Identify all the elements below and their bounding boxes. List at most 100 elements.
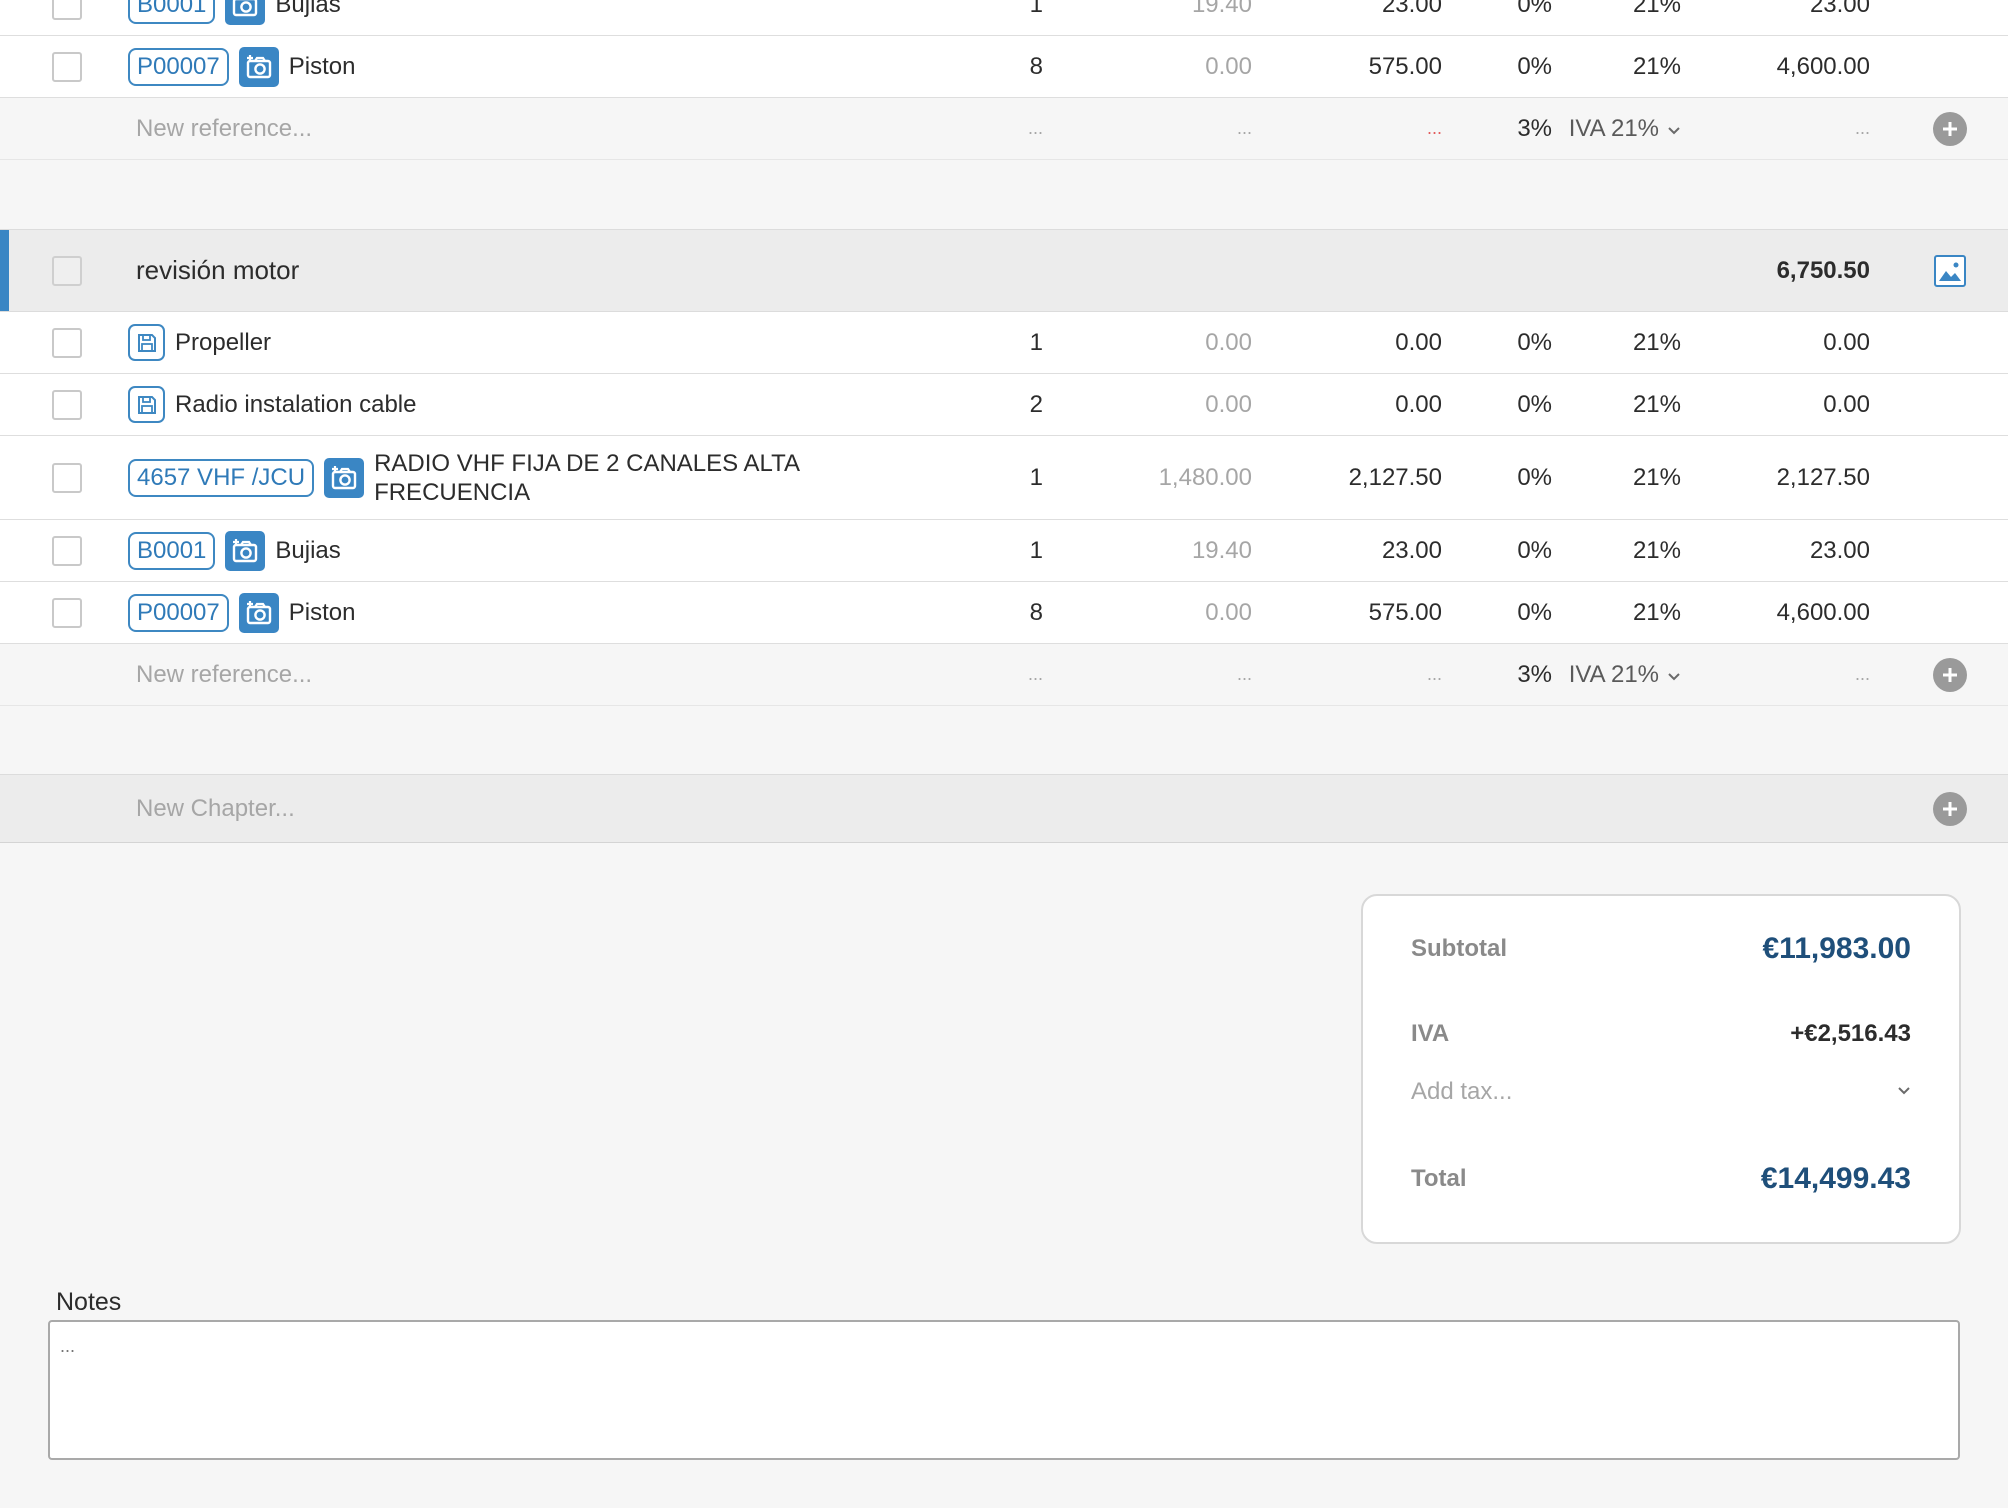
quantity-field[interactable]: 1 bbox=[1030, 0, 1043, 35]
reference-badge[interactable]: B0001 bbox=[128, 0, 216, 24]
table-row[interactable]: P00007 Piston 8 0.00 575.00 0% 21% 4,600… bbox=[0, 36, 2008, 98]
amount-value: 2,127.50 bbox=[1776, 463, 1870, 491]
discount-field[interactable]: 0% bbox=[1517, 520, 1552, 581]
new-quantity-field[interactable]: ... bbox=[1028, 644, 1043, 705]
tax-field[interactable]: 21% bbox=[1633, 312, 1681, 373]
save-icon[interactable] bbox=[128, 324, 165, 361]
item-description[interactable]: Bujias bbox=[275, 0, 340, 19]
new-discount-field[interactable]: 3% bbox=[1517, 98, 1552, 159]
subtotal-label: Subtotal bbox=[1411, 935, 1507, 962]
camera-plus-icon[interactable] bbox=[238, 46, 279, 87]
new-quantity-field[interactable]: ... bbox=[1028, 98, 1043, 159]
description-cell: P00007 Piston bbox=[128, 582, 355, 643]
tax-field[interactable]: 21% bbox=[1633, 36, 1681, 97]
cost-field[interactable]: 0.00 bbox=[1205, 582, 1252, 643]
plus-circle-icon[interactable] bbox=[1933, 657, 1967, 692]
tax-field[interactable]: 21% bbox=[1633, 582, 1681, 643]
notes-label: Notes bbox=[56, 1288, 122, 1316]
tax-field[interactable]: 21% bbox=[1633, 436, 1681, 519]
reference-badge[interactable]: 4657 VHF /JCU bbox=[128, 458, 315, 497]
cost-field[interactable]: 1,480.00 bbox=[1159, 436, 1252, 519]
row-checkbox[interactable] bbox=[52, 0, 82, 20]
item-description[interactable]: Piston bbox=[289, 53, 356, 81]
add-tax-placeholder: Add tax... bbox=[1411, 1078, 1513, 1105]
tax-field[interactable]: 21% bbox=[1633, 520, 1681, 581]
row-checkbox[interactable] bbox=[52, 597, 82, 628]
tax-field[interactable]: 21% bbox=[1633, 0, 1681, 35]
cost-field[interactable]: 0.00 bbox=[1205, 36, 1252, 97]
price-field[interactable]: 2,127.50 bbox=[1349, 436, 1442, 519]
row-checkbox[interactable] bbox=[52, 535, 82, 566]
cost-field[interactable]: 19.40 bbox=[1192, 0, 1252, 35]
quantity-field[interactable]: 1 bbox=[1030, 312, 1043, 373]
price-field[interactable]: 575.00 bbox=[1369, 582, 1442, 643]
chapter-title[interactable]: revisión motor bbox=[136, 230, 299, 311]
quantity-field[interactable]: 8 bbox=[1030, 36, 1043, 97]
quantity-field[interactable]: 8 bbox=[1030, 582, 1043, 643]
row-checkbox[interactable] bbox=[52, 389, 82, 420]
table-row[interactable]: B0001 Bujias 1 19.40 23.00 0% 21% 23.00 bbox=[0, 0, 2008, 36]
new-price-field[interactable]: ... bbox=[1427, 644, 1442, 705]
reference-badge[interactable]: P00007 bbox=[128, 593, 229, 632]
reference-badge[interactable]: P00007 bbox=[128, 47, 229, 86]
chapter-checkbox[interactable] bbox=[52, 255, 82, 286]
item-description[interactable]: RADIO VHF FIJA DE 2 CANALES ALTA FRECUEN… bbox=[374, 449, 804, 507]
row-checkbox[interactable] bbox=[52, 327, 82, 358]
new-chapter-input[interactable]: New Chapter... bbox=[136, 775, 295, 842]
new-reference-input[interactable]: New reference... bbox=[136, 98, 312, 159]
item-description[interactable]: Piston bbox=[289, 599, 356, 627]
new-cost-field[interactable]: ... bbox=[1237, 644, 1252, 705]
chapter-accent-bar bbox=[0, 230, 9, 311]
row-checkbox[interactable] bbox=[52, 51, 82, 82]
discount-field[interactable]: 0% bbox=[1517, 312, 1552, 373]
cost-field[interactable]: 0.00 bbox=[1205, 312, 1252, 373]
new-tax-select[interactable]: IVA 21% bbox=[1569, 98, 1681, 159]
save-icon[interactable] bbox=[128, 386, 165, 423]
discount-field[interactable]: 0% bbox=[1517, 36, 1552, 97]
price-field[interactable]: 23.00 bbox=[1382, 0, 1442, 35]
add-tax-select[interactable]: Add tax... bbox=[1411, 1078, 1911, 1106]
camera-plus-icon[interactable] bbox=[238, 592, 279, 633]
item-description[interactable]: Radio instalation cable bbox=[175, 391, 417, 419]
table-row[interactable]: Radio instalation cable 2 0.00 0.00 0% 2… bbox=[0, 374, 2008, 436]
plus-circle-icon[interactable] bbox=[1933, 111, 1967, 146]
table-row[interactable]: P00007 Piston 8 0.00 575.00 0% 21% 4,600… bbox=[0, 582, 2008, 644]
quantity-field[interactable]: 1 bbox=[1030, 520, 1043, 581]
cost-field[interactable]: 0.00 bbox=[1205, 374, 1252, 435]
table-row[interactable]: B0001 Bujias 1 19.40 23.00 0% 21% 23.00 bbox=[0, 520, 2008, 582]
chevron-down-icon bbox=[1667, 115, 1681, 143]
quantity-field[interactable]: 1 bbox=[1030, 436, 1043, 519]
price-field[interactable]: 0.00 bbox=[1395, 374, 1442, 435]
new-reference-input[interactable]: New reference... bbox=[136, 644, 312, 705]
price-field[interactable]: 0.00 bbox=[1395, 312, 1442, 373]
new-price-field[interactable]: ... bbox=[1427, 98, 1442, 159]
table-row[interactable]: 4657 VHF /JCU RADIO VHF FIJA DE 2 CANALE… bbox=[0, 436, 2008, 520]
camera-plus-icon[interactable] bbox=[225, 530, 266, 571]
chapter-header[interactable]: revisión motor 6,750.50 bbox=[0, 229, 2008, 312]
new-tax-select[interactable]: IVA 21% bbox=[1569, 644, 1681, 705]
row-checkbox[interactable] bbox=[52, 462, 82, 493]
quantity-field[interactable]: 2 bbox=[1030, 374, 1043, 435]
item-description[interactable]: Bujias bbox=[275, 537, 340, 565]
reference-badge[interactable]: B0001 bbox=[128, 531, 216, 570]
cost-field[interactable]: 19.40 bbox=[1192, 520, 1252, 581]
description-cell: B0001 Bujias bbox=[128, 0, 341, 35]
notes-textarea[interactable] bbox=[48, 1320, 1960, 1460]
plus-circle-icon[interactable] bbox=[1933, 791, 1967, 826]
image-icon[interactable] bbox=[1934, 254, 1966, 287]
discount-field[interactable]: 0% bbox=[1517, 374, 1552, 435]
item-description[interactable]: Propeller bbox=[175, 329, 271, 357]
discount-field[interactable]: 0% bbox=[1517, 582, 1552, 643]
price-field[interactable]: 575.00 bbox=[1369, 36, 1442, 97]
new-cost-field[interactable]: ... bbox=[1237, 98, 1252, 159]
camera-plus-icon[interactable] bbox=[225, 0, 266, 25]
row-select-cell bbox=[52, 520, 82, 581]
new-discount-field[interactable]: 3% bbox=[1517, 644, 1552, 705]
discount-field[interactable]: 0% bbox=[1517, 0, 1552, 35]
chevron-down-icon bbox=[1667, 661, 1681, 689]
camera-plus-icon[interactable] bbox=[324, 457, 365, 498]
table-row[interactable]: Propeller 1 0.00 0.00 0% 21% 0.00 bbox=[0, 312, 2008, 374]
discount-field[interactable]: 0% bbox=[1517, 436, 1552, 519]
tax-field[interactable]: 21% bbox=[1633, 374, 1681, 435]
price-field[interactable]: 23.00 bbox=[1382, 520, 1442, 581]
